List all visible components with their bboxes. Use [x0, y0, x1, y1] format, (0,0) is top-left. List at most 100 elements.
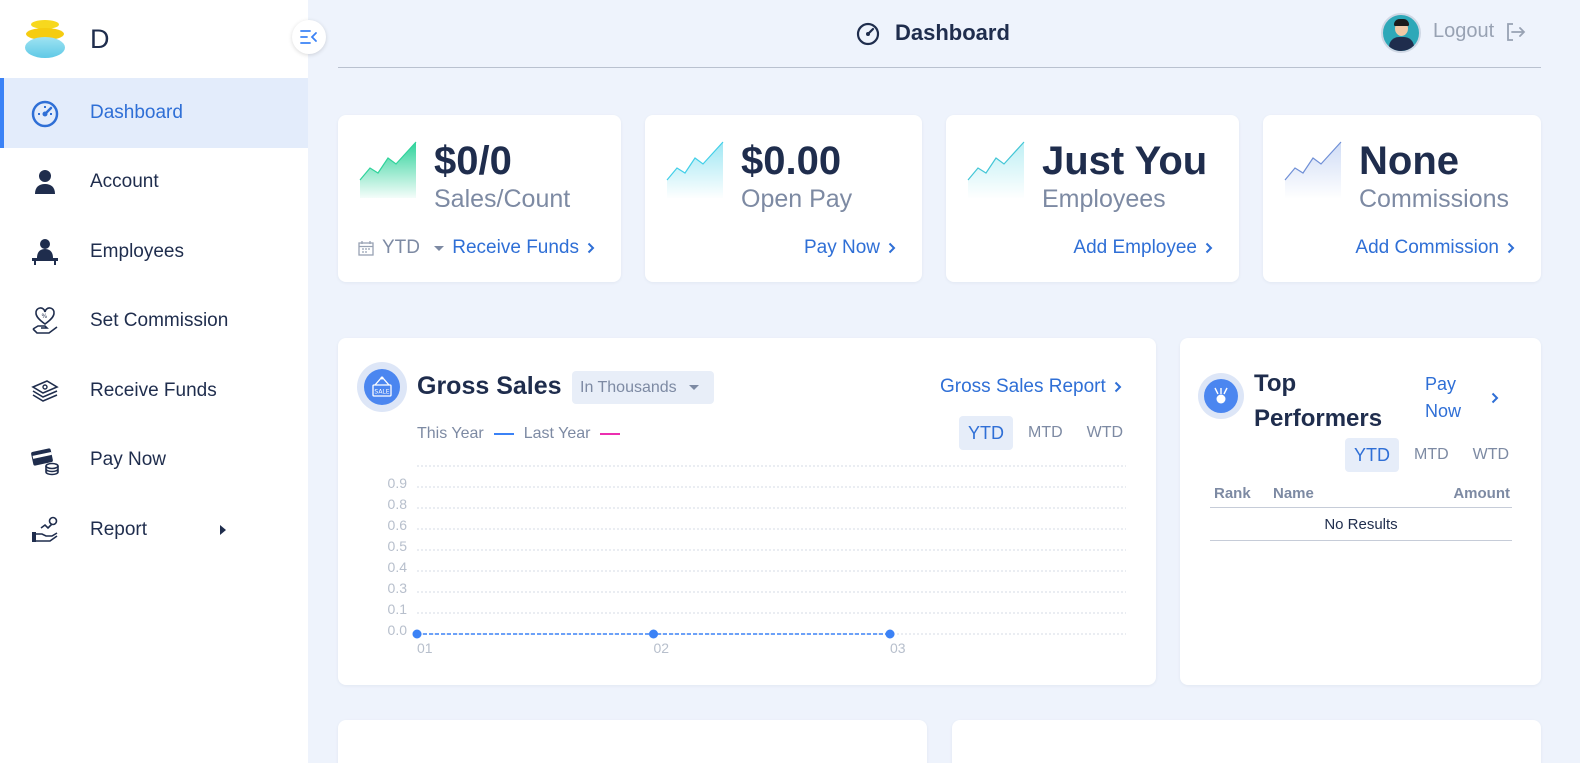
trend-chart-icon — [666, 141, 724, 198]
page-title-group: Dashboard — [855, 20, 1010, 46]
logo — [25, 20, 65, 60]
calendar-icon — [358, 241, 374, 256]
column-amount: Amount — [1453, 485, 1510, 502]
x-tick-label: 03 — [890, 640, 906, 656]
page-title: Dashboard — [895, 20, 1010, 45]
trend-chart-icon — [359, 141, 417, 198]
top-performers-pay-now-link[interactable]: Pay Now — [1425, 371, 1499, 425]
sidebar-item-set-commission[interactable]: % Set Commission — [0, 287, 308, 357]
data-point — [412, 629, 422, 639]
top-performers-table: Rank Name Amount No Results — [1210, 478, 1512, 541]
sidebar-item-label: Receive Funds — [90, 379, 217, 401]
brand: D — [0, 0, 308, 78]
tab-mtd[interactable]: MTD — [1405, 438, 1458, 472]
table-header: Rank Name Amount — [1210, 478, 1512, 508]
hand-chart-icon — [29, 514, 61, 546]
top-performers-card: Top Performers Pay Now YTD MTD WTD Rank N… — [1180, 338, 1541, 685]
brand-name: D — [90, 24, 110, 54]
sidebar-item-label: Employees — [90, 240, 184, 262]
stat-label: Sales/Count — [434, 185, 571, 213]
empty-state: No Results — [1210, 508, 1512, 541]
tab-ytd[interactable]: YTD — [1345, 438, 1399, 472]
sidebar-item-account[interactable]: Account — [0, 148, 308, 218]
stat-label: Commissions — [1359, 185, 1510, 213]
y-tick-label: 0.0 — [388, 622, 408, 638]
link-label: Add Employee — [1073, 237, 1197, 258]
stat-card-open-pay: $0.00 Open Pay Pay Now — [645, 115, 922, 282]
period-select[interactable]: YTD — [358, 237, 444, 259]
chevron-right-icon — [587, 242, 595, 254]
y-tick-label: 0.4 — [388, 559, 408, 575]
stat-value: $0.00 — [741, 139, 842, 183]
y-tick-label: 0.5 — [388, 538, 408, 554]
caret-right-icon — [220, 524, 226, 535]
y-tick-label: 0.8 — [388, 496, 408, 512]
title-line: Top — [1254, 370, 1297, 397]
stat-card-commissions: None Commissions Add Commission — [1263, 115, 1541, 282]
sidebar-item-label: Report — [90, 518, 148, 540]
gross-sales-card: SALE Gross Sales In Thousands Gross Sale… — [338, 338, 1156, 685]
title-line: Performers — [1254, 405, 1383, 432]
bottom-card-right — [952, 720, 1541, 763]
chevron-right-icon — [1491, 392, 1499, 404]
sidebar-item-dashboard[interactable]: Dashboard — [0, 78, 308, 148]
sidebar-item-receive-funds[interactable]: Receive Funds — [0, 356, 308, 426]
trend-chart-icon — [967, 141, 1025, 198]
caret-down-icon — [434, 245, 444, 251]
chevron-right-icon — [1205, 242, 1213, 254]
period-select-value: YTD — [382, 237, 420, 258]
add-employee-link[interactable]: Add Employee — [1073, 237, 1213, 259]
top-header: Dashboard Logout — [338, 0, 1541, 68]
stat-value: Just You — [1042, 139, 1208, 183]
sidebar-item-report[interactable]: Report — [0, 495, 308, 565]
pay-now-link[interactable]: Pay Now — [804, 237, 896, 259]
y-tick-label: 0.3 — [388, 580, 408, 596]
stat-value: None — [1359, 139, 1459, 183]
trophy-icon — [1214, 387, 1228, 404]
chevron-right-icon — [888, 242, 896, 254]
user-icon — [29, 166, 61, 198]
avatar[interactable] — [1381, 13, 1421, 53]
chevron-right-icon — [1507, 242, 1515, 254]
logout-label: Logout — [1433, 20, 1495, 42]
stat-value: $0/0 — [434, 139, 512, 183]
logout-button[interactable]: Logout — [1433, 20, 1526, 43]
sidebar-item-label: Set Commission — [90, 310, 229, 332]
bottom-card-left — [338, 720, 927, 763]
column-name: Name — [1273, 485, 1314, 502]
card-coins-icon — [29, 444, 61, 476]
dashboard-gauge-icon — [856, 22, 880, 46]
stat-label: Open Pay — [741, 185, 853, 213]
sidebar-item-label: Pay Now — [90, 449, 167, 471]
x-tick-label: 01 — [417, 640, 433, 656]
sidebar-nav: Dashboard Account Employees % Set Commis… — [0, 78, 308, 565]
trophy-icon-wrap — [1198, 373, 1244, 419]
tab-wtd[interactable]: WTD — [1464, 438, 1518, 472]
data-point — [885, 629, 895, 639]
stat-label: Employees — [1042, 185, 1166, 213]
sidebar-item-label: Dashboard — [90, 101, 183, 123]
sidebar-collapse-button[interactable] — [292, 20, 326, 54]
link-label: Receive Funds — [452, 237, 579, 258]
sidebar-item-employees[interactable]: Employees — [0, 217, 308, 287]
link-label: Pay Now — [803, 237, 880, 258]
collapse-menu-icon — [300, 30, 317, 44]
y-tick-label: 0.1 — [388, 601, 408, 617]
stat-card-employees: Just You Employees Add Employee — [946, 115, 1239, 282]
stat-card-sales: $0/0 Sales/Count YTD Receive Funds — [338, 115, 621, 282]
logout-icon — [1507, 22, 1526, 41]
sidebar-item-pay-now[interactable]: Pay Now — [0, 426, 308, 496]
heart-hand-percent-icon: % — [29, 305, 61, 337]
top-performers-title: Top Performers — [1254, 366, 1382, 436]
y-tick-label: 0.6 — [388, 517, 408, 533]
link-label: Add Commission — [1355, 237, 1499, 258]
gross-sales-chart: 0.0 0.1 0.3 0.4 0.5 0.6 0.8 0.9 01 02 03 — [388, 465, 1126, 656]
x-tick-label: 02 — [654, 640, 670, 656]
top-performers-period-tabs: YTD MTD WTD — [1345, 438, 1518, 472]
money-stack-icon — [29, 375, 61, 407]
add-commission-link[interactable]: Add Commission — [1355, 237, 1515, 259]
trend-chart-icon — [1284, 141, 1342, 198]
column-rank: Rank — [1214, 485, 1251, 502]
y-tick-label: 0.9 — [388, 475, 408, 491]
receive-funds-link[interactable]: Receive Funds — [452, 237, 595, 259]
